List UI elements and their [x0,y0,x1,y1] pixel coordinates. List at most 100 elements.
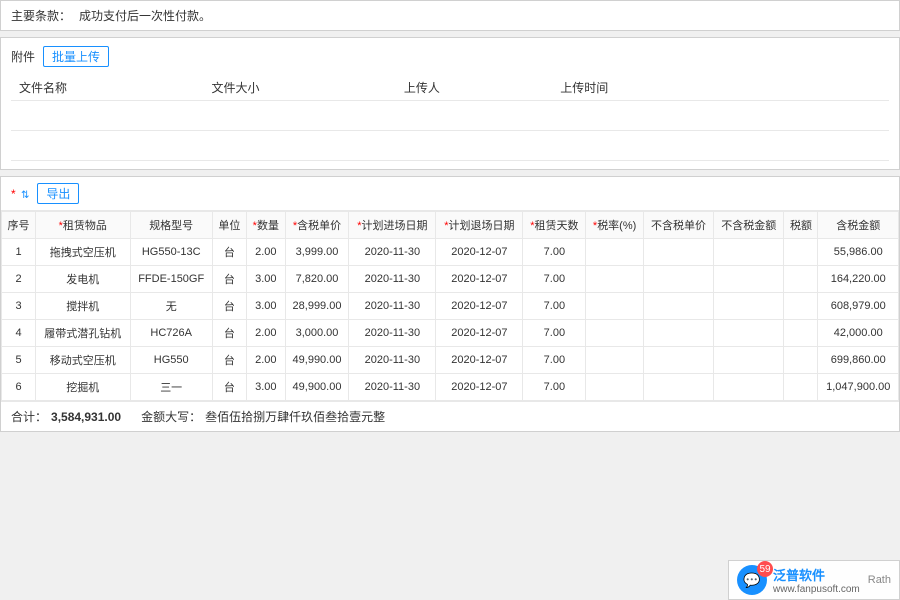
terms-value: 成功支付后一次性付款。 [79,7,211,24]
cell-unit_price_notax [643,239,713,266]
attachment-empty-row2 [11,131,889,161]
cell-tax [784,239,818,266]
rath-label: Rath [868,574,891,586]
watermark-text: 泛普软件 www.fanpusoft.com [773,565,860,595]
cell-qty: 3.00 [246,293,285,320]
col-action3 [841,75,889,101]
cell-qty: 2.00 [246,239,285,266]
cell-amount_tax: 608,979.00 [818,293,899,320]
rental-table-header-row: 序号 *租赁物品 规格型号 单位 *数量 *含税单价 *计划进场日期 *计划退场… [2,212,899,239]
cell-seq: 4 [2,320,36,347]
cell-unit_price_tax: 49,900.00 [285,374,349,401]
cell-unit_price_tax: 7,820.00 [285,266,349,293]
cell-plan_end: 2020-12-07 [436,347,523,374]
cell-item: 搅拌机 [36,293,130,320]
cell-plan_end: 2020-12-07 [436,320,523,347]
th-unit-price-tax: *含税单价 [285,212,349,239]
th-tax-rate: *税率(%) [586,212,644,239]
cell-rental_days: 7.00 [523,347,586,374]
cell-rental_days: 7.00 [523,374,586,401]
cell-seq: 3 [2,293,36,320]
rental-row-5: 5移动式空压机HG550台2.0049,990.002020-11-302020… [2,347,899,374]
rental-row-6: 6挖掘机三一台3.0049,900.002020-11-302020-12-07… [2,374,899,401]
required-star: * [11,187,16,201]
cell-tax [784,347,818,374]
th-seq: 序号 [2,212,36,239]
cell-amount_tax: 55,986.00 [818,239,899,266]
footer-amount: 金额大写： 叁佰伍拾捌万肆仟玖佰叁拾壹元整 [141,408,385,425]
cell-model: 无 [130,293,212,320]
col-uploader: 上传人 [396,75,552,101]
th-rental-days: *租赁天数 [523,212,586,239]
brand-name: 泛普软件 [773,565,860,584]
col-upload-time: 上传时间 [552,75,744,101]
cell-tax_rate [586,239,644,266]
cell-seq: 2 [2,266,36,293]
brand-icon: 💬 59 [737,565,767,595]
sort-icon[interactable]: ⇅ [21,190,29,201]
cell-unit_price_tax: 49,990.00 [285,347,349,374]
cell-qty: 3.00 [246,266,285,293]
cell-item: 拖拽式空压机 [36,239,130,266]
cell-unit: 台 [212,239,246,266]
th-plan-end: *计划退场日期 [436,212,523,239]
cell-tax [784,320,818,347]
cell-plan_end: 2020-12-07 [436,374,523,401]
cell-item: 挖掘机 [36,374,130,401]
cell-amount_notax [714,374,784,401]
th-item: *租赁物品 [36,212,130,239]
cell-amount_notax [714,266,784,293]
cell-rental_days: 7.00 [523,266,586,293]
cell-plan_start: 2020-11-30 [349,293,436,320]
rental-table: 序号 *租赁物品 规格型号 单位 *数量 *含税单价 *计划进场日期 *计划退场… [1,211,899,401]
cell-tax_rate [586,374,644,401]
cell-seq: 5 [2,347,36,374]
col-filesize: 文件大小 [203,75,395,101]
rental-row-3: 3搅拌机无台3.0028,999.002020-11-302020-12-077… [2,293,899,320]
rental-table-wrapper[interactable]: 序号 *租赁物品 规格型号 单位 *数量 *含税单价 *计划进场日期 *计划退场… [1,211,899,401]
attachment-section: 附件 批量上传 文件名称 文件大小 上传人 上传时间 [0,37,900,170]
cell-model: HG550-13C [130,239,212,266]
rental-section: * ⇅ 导出 序号 *租赁物品 规格型号 单位 *数量 *含税单价 *计划进场日… [0,176,900,432]
cell-plan_end: 2020-12-07 [436,266,523,293]
cell-amount_tax: 699,860.00 [818,347,899,374]
cell-tax_rate [586,347,644,374]
brand-url: www.fanpusoft.com [773,584,860,595]
cell-tax_rate [586,293,644,320]
rental-row-1: 1拖拽式空压机HG550-13C台2.003,999.002020-11-302… [2,239,899,266]
export-button[interactable]: 导出 [37,183,79,204]
batch-upload-button[interactable]: 批量上传 [43,46,109,67]
amount-label: 金额大写： [141,408,201,425]
terms-section: 主要条款： 成功支付后一次性付款。 [0,0,900,31]
cell-item: 移动式空压机 [36,347,130,374]
cell-tax [784,374,818,401]
cell-unit: 台 [212,347,246,374]
col-action2 [793,75,841,101]
cell-qty: 3.00 [246,374,285,401]
watermark[interactable]: 💬 59 泛普软件 www.fanpusoft.com Rath [728,560,900,600]
cell-qty: 2.00 [246,320,285,347]
cell-amount_tax: 42,000.00 [818,320,899,347]
cell-model: FFDE-150GF [130,266,212,293]
th-unit: 单位 [212,212,246,239]
cell-unit_price_tax: 28,999.00 [285,293,349,320]
cell-amount_notax [714,347,784,374]
footer-total: 合计： 3,584,931.00 [11,408,121,425]
cell-amount_notax [714,320,784,347]
attachment-empty-row [11,101,889,131]
cell-model: HG550 [130,347,212,374]
cell-seq: 1 [2,239,36,266]
cell-model: HC726A [130,320,212,347]
th-qty: *数量 [246,212,285,239]
cell-rental_days: 7.00 [523,293,586,320]
cell-unit: 台 [212,320,246,347]
cell-qty: 2.00 [246,347,285,374]
cell-unit: 台 [212,266,246,293]
cell-tax_rate [586,320,644,347]
rental-row-2: 2发电机FFDE-150GF台3.007,820.002020-11-30202… [2,266,899,293]
total-value: 3,584,931.00 [51,410,121,424]
cell-tax [784,266,818,293]
col-action1 [745,75,793,101]
cell-unit_price_notax [643,374,713,401]
cell-amount_notax [714,239,784,266]
